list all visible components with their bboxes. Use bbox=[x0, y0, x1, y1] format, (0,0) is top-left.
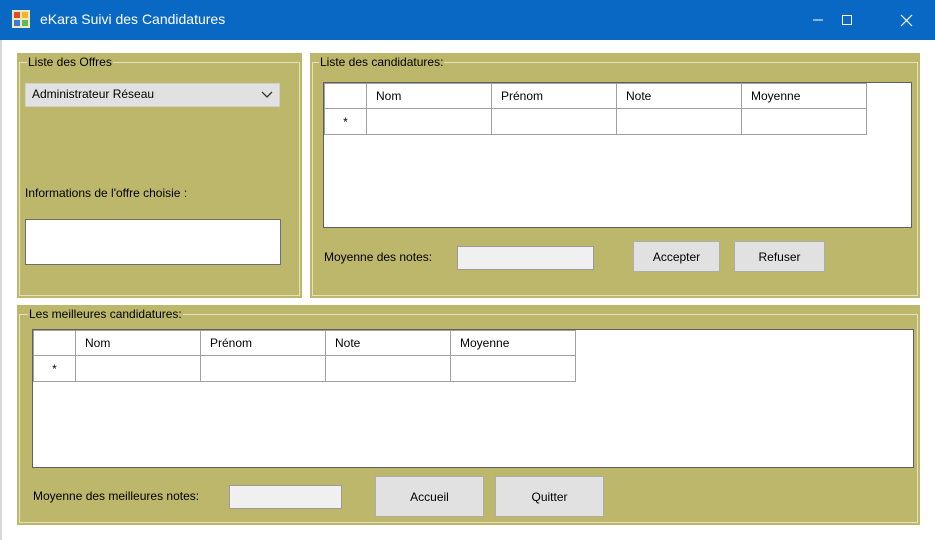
moyenne-notes-field[interactable] bbox=[457, 246, 594, 270]
moyenne-meilleures-label: Moyenne des meilleures notes: bbox=[33, 489, 200, 503]
cell-nom[interactable] bbox=[75, 355, 201, 382]
chevron-down-icon bbox=[261, 91, 273, 98]
meilleures-legend: Les meilleures candidatures: bbox=[28, 307, 183, 321]
cell-note[interactable] bbox=[325, 355, 451, 382]
offres-dropdown[interactable]: Administrateur Réseau bbox=[25, 83, 280, 107]
offres-legend: Liste des Offres bbox=[27, 55, 113, 69]
offres-dropdown-value: Administrateur Réseau bbox=[32, 87, 155, 101]
moyenne-notes-label: Moyenne des notes: bbox=[324, 250, 433, 264]
column-header-prenom[interactable]: Prénom bbox=[200, 330, 326, 356]
cell-nom[interactable] bbox=[366, 108, 492, 135]
table-row[interactable]: * bbox=[33, 355, 576, 382]
cell-moyenne[interactable] bbox=[741, 108, 867, 135]
moyenne-meilleures-field[interactable] bbox=[229, 485, 342, 509]
candidatures-legend: Liste des candidatures: bbox=[319, 55, 445, 69]
offre-info-field[interactable] bbox=[25, 219, 281, 265]
meilleures-table: Nom Prénom Note Moyenne * bbox=[33, 330, 576, 382]
accueil-button[interactable]: Accueil bbox=[375, 476, 484, 517]
table-header-row: Nom Prénom Note Moyenne bbox=[33, 330, 576, 356]
cell-prenom[interactable] bbox=[491, 108, 617, 135]
row-header-corner bbox=[324, 83, 367, 109]
minimize-icon bbox=[813, 19, 823, 21]
table-header-row: Nom Prénom Note Moyenne bbox=[324, 83, 867, 109]
maximize-button[interactable] bbox=[824, 0, 870, 40]
column-header-moyenne[interactable]: Moyenne bbox=[450, 330, 576, 356]
column-header-moyenne[interactable]: Moyenne bbox=[741, 83, 867, 109]
candidatures-panel: Liste des candidatures: Nom Prénom Note … bbox=[310, 53, 920, 298]
column-header-note[interactable]: Note bbox=[616, 83, 742, 109]
new-row-marker: * bbox=[324, 108, 367, 135]
title-bar[interactable]: eKara Suivi des Candidatures bbox=[0, 0, 935, 40]
offres-panel: Liste des Offres Administrateur Réseau I… bbox=[17, 53, 302, 298]
meilleures-panel: Les meilleures candidatures: Nom Prénom … bbox=[17, 305, 920, 525]
column-header-prenom[interactable]: Prénom bbox=[491, 83, 617, 109]
offre-info-label: Informations de l'offre choisie : bbox=[25, 186, 188, 200]
quitter-button[interactable]: Quitter bbox=[495, 476, 604, 517]
app-icon bbox=[12, 10, 30, 28]
column-header-note[interactable]: Note bbox=[325, 330, 451, 356]
meilleures-grid[interactable]: Nom Prénom Note Moyenne * bbox=[32, 329, 914, 468]
refuser-button[interactable]: Refuser bbox=[734, 241, 825, 272]
cell-note[interactable] bbox=[616, 108, 742, 135]
accepter-button[interactable]: Accepter bbox=[633, 241, 720, 272]
new-row-marker: * bbox=[33, 355, 76, 382]
cell-moyenne[interactable] bbox=[450, 355, 576, 382]
close-icon bbox=[900, 14, 912, 26]
candidatures-table: Nom Prénom Note Moyenne * bbox=[324, 83, 867, 135]
window-frame bbox=[0, 40, 2, 540]
cell-prenom[interactable] bbox=[200, 355, 326, 382]
table-row[interactable]: * bbox=[324, 108, 867, 135]
close-button[interactable] bbox=[883, 0, 929, 40]
column-header-nom[interactable]: Nom bbox=[75, 330, 201, 356]
row-header-corner bbox=[33, 330, 76, 356]
window-title: eKara Suivi des Candidatures bbox=[40, 11, 226, 27]
column-header-nom[interactable]: Nom bbox=[366, 83, 492, 109]
candidatures-grid[interactable]: Nom Prénom Note Moyenne * bbox=[323, 82, 912, 228]
maximize-icon bbox=[842, 15, 852, 25]
